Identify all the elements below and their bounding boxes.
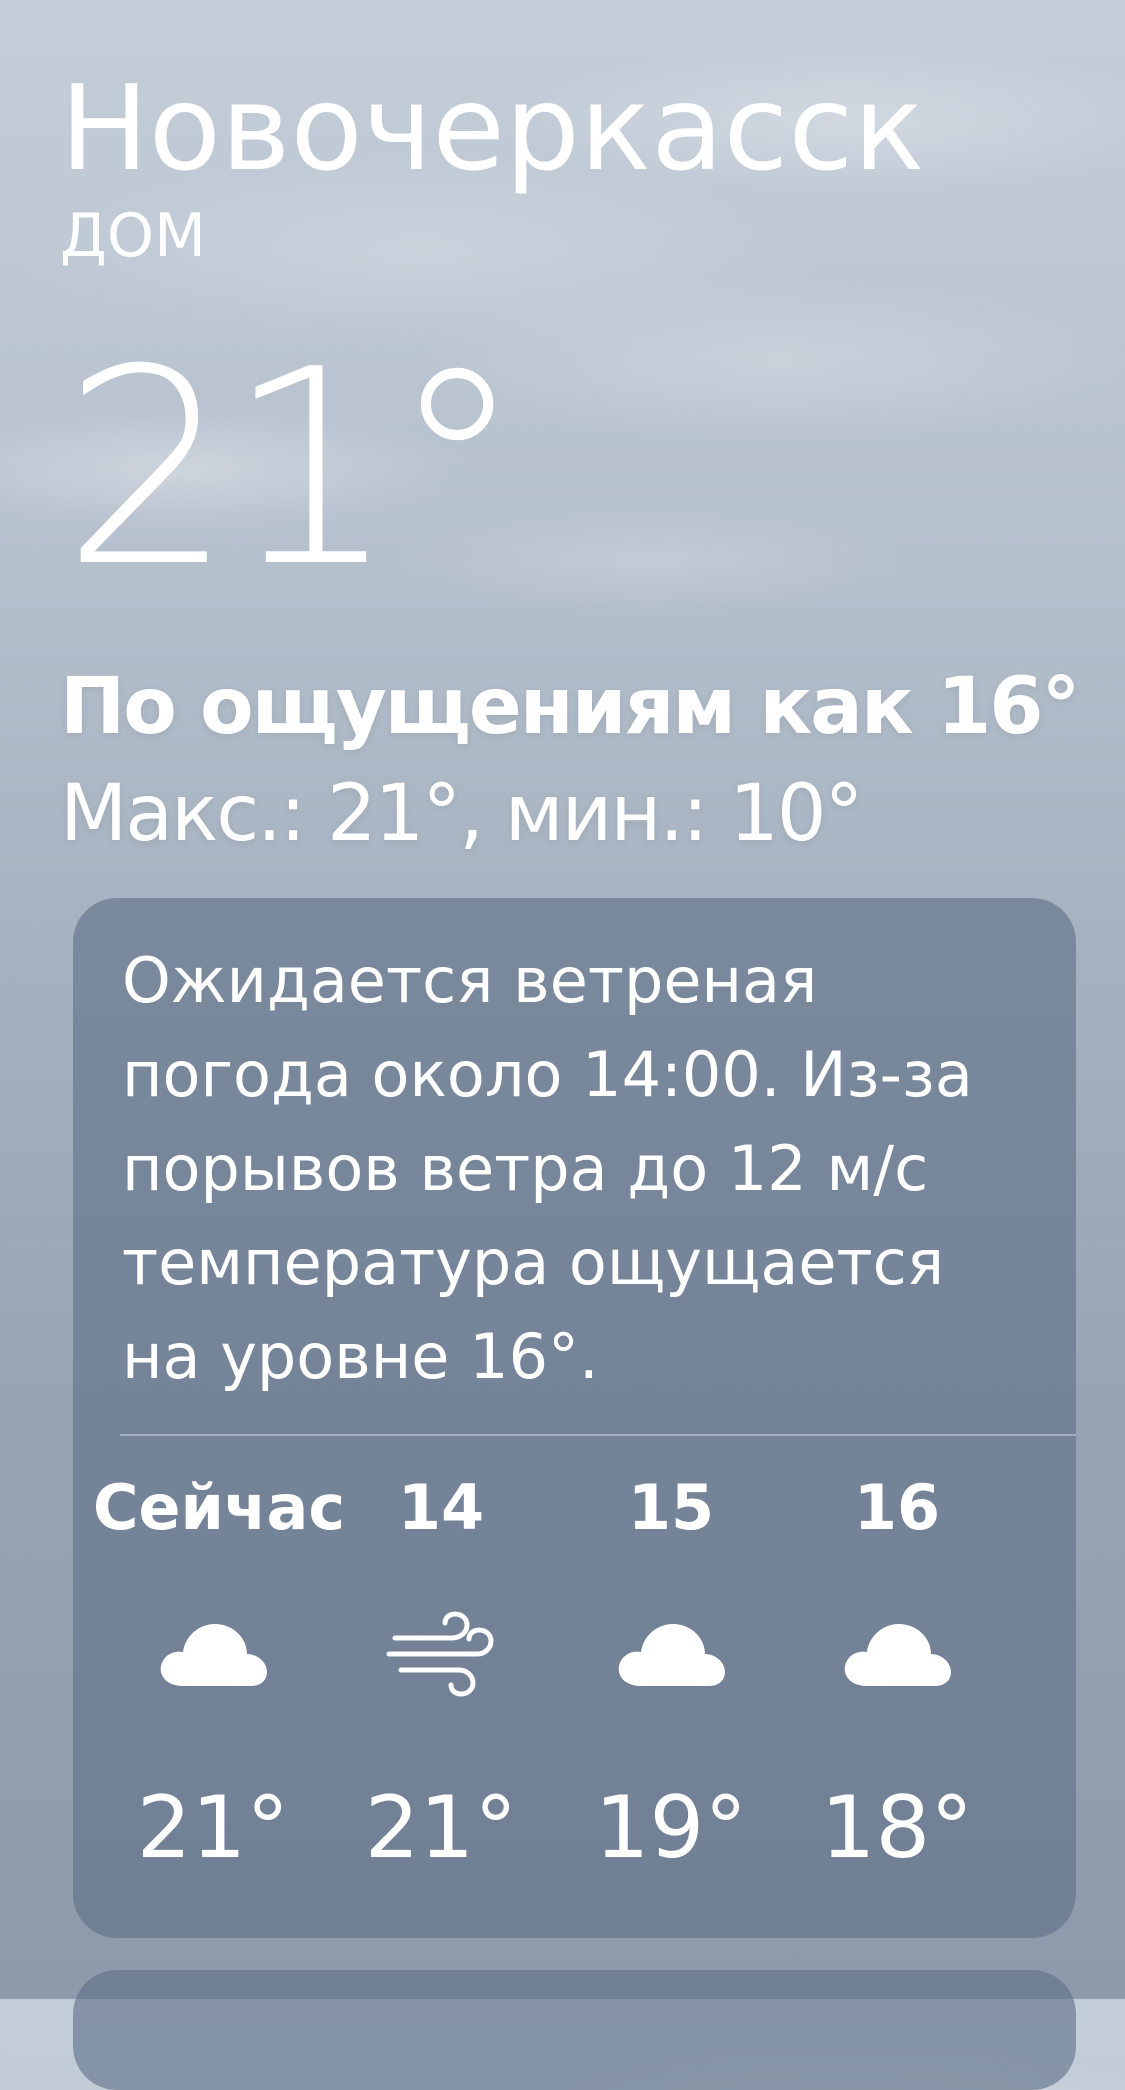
hour-temperature: 19°: [594, 1778, 748, 1878]
hour-temperature: 18°: [820, 1778, 974, 1878]
divider: [120, 1434, 1076, 1436]
hour-label: 16: [853, 1471, 941, 1544]
cloud-icon: [160, 1624, 267, 1686]
hour-label: 15: [627, 1471, 715, 1544]
city-name: Новочеркасск: [60, 59, 925, 197]
hour-item-15: 15 19°: [551, 1468, 791, 1908]
feels-like: По ощущениям как 16°: [60, 662, 1081, 752]
hour-item-16: 16 18°: [777, 1468, 1017, 1908]
current-temperature: 21°: [62, 311, 525, 626]
forecast-summary: Ожидается ветреная погода около 14:00. И…: [122, 944, 973, 1393]
hour-item-14: 14 21°: [321, 1468, 561, 1908]
max-min-temperature: Макс.: 21°, мин.: 10°: [60, 769, 863, 859]
next-forecast-card[interactable]: [73, 1970, 1076, 2090]
hourly-forecast-card[interactable]: Ожидается ветреная погода около 14:00. И…: [73, 898, 1076, 1938]
wind-icon: [386, 1611, 494, 1697]
hour-label: 14: [397, 1471, 485, 1544]
location-label: ДОМ: [60, 201, 206, 271]
cloud-icon: [844, 1624, 951, 1686]
hour-temperature: 21°: [364, 1778, 518, 1878]
hour-temperature: 21°: [136, 1778, 290, 1878]
hour-item-now: Сейчас 21°: [93, 1468, 346, 1908]
hour-label: Сейчас: [93, 1471, 346, 1544]
cloud-icon: [618, 1624, 725, 1686]
hourly-forecast-list[interactable]: Сейчас 21° 14 21° 15 19° 16 18°: [73, 1468, 1076, 1908]
